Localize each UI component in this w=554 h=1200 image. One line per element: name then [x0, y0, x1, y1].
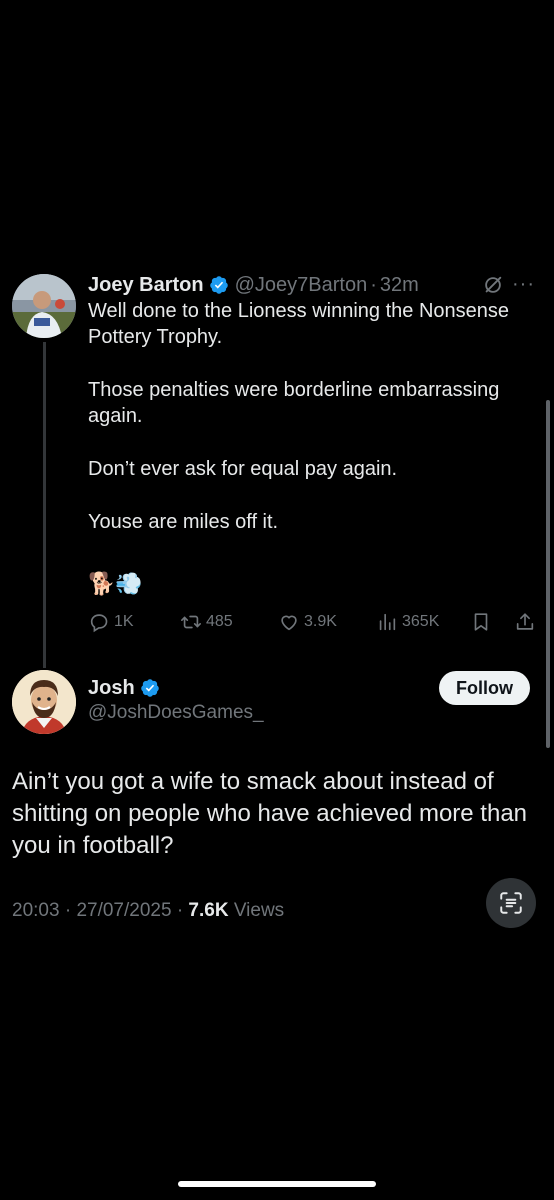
reply-count: 1K [114, 613, 134, 630]
separator-dot: · [64, 900, 72, 921]
tweet-date[interactable]: 27/07/2025 [76, 900, 171, 921]
bookmark-button[interactable] [470, 606, 496, 638]
tweet-paragraph: Don’t ever ask for equal pay again. [88, 458, 398, 480]
parent-tweet-header: Joey Barton @Joey7Barton · 32m [88, 270, 419, 300]
views-button[interactable]: 365K [376, 606, 439, 638]
reply-button[interactable]: 1K [88, 606, 134, 638]
bookmark-icon [474, 613, 488, 631]
parent-tweet-text: Well done to the Lioness winning the Non… [88, 298, 540, 562]
author-handle[interactable]: @Joey7Barton [235, 274, 368, 297]
tweet-emojis: 🐕💨 [88, 571, 143, 596]
grok-icon[interactable] [482, 274, 504, 296]
thread-connector-line [43, 342, 46, 668]
live-text-button[interactable] [486, 878, 536, 928]
author-name[interactable]: Joey Barton [88, 274, 204, 297]
analytics-icon [379, 613, 396, 631]
tweet-actions: 1K 485 3.9K 365K [88, 606, 544, 638]
tweet-paragraph: Those penalties were borderline embarras… [88, 379, 500, 427]
share-icon [516, 613, 534, 630]
tweet-paragraph: Youse are miles off it. [88, 511, 279, 533]
tweet-timestamp[interactable]: 20:03 [12, 900, 60, 921]
separator-dot: · [176, 900, 184, 921]
like-button[interactable]: 3.9K [278, 606, 337, 638]
like-count: 3.9K [304, 613, 337, 630]
scrollbar[interactable] [546, 400, 550, 748]
reply-tweet-text: Ain’t you got a wife to smack about inst… [12, 768, 528, 859]
views-label: Views [233, 900, 285, 921]
reply-author-row: Josh [88, 674, 166, 702]
views-count: 365K [402, 613, 440, 630]
more-options-icon[interactable]: ··· [512, 274, 535, 294]
heart-icon [281, 615, 297, 631]
avatar-joey-barton[interactable] [12, 274, 76, 338]
live-text-icon [500, 892, 522, 914]
verified-badge-icon [209, 275, 229, 295]
reply-author-handle[interactable]: @JoshDoesGames_ [88, 702, 264, 724]
tweet-meta: 20:03 · 27/07/2025 · 7.6K Views [12, 900, 284, 922]
follow-button[interactable]: Follow [439, 671, 530, 705]
views-count: 7.6K [188, 900, 229, 921]
tweet-paragraph: Well done to the Lioness winning the Non… [88, 300, 510, 348]
separator-dot: · [370, 273, 377, 296]
share-button[interactable] [514, 606, 540, 638]
repost-button[interactable]: 485 [180, 606, 233, 638]
reply-author-name[interactable]: Josh [88, 677, 135, 700]
repost-icon [181, 615, 201, 629]
home-indicator[interactable] [178, 1181, 376, 1187]
reply-icon [90, 614, 108, 633]
avatar-josh[interactable] [12, 670, 76, 734]
verified-badge-icon [140, 678, 160, 698]
tweet-time[interactable]: 32m [380, 274, 419, 297]
repost-count: 485 [206, 613, 233, 630]
